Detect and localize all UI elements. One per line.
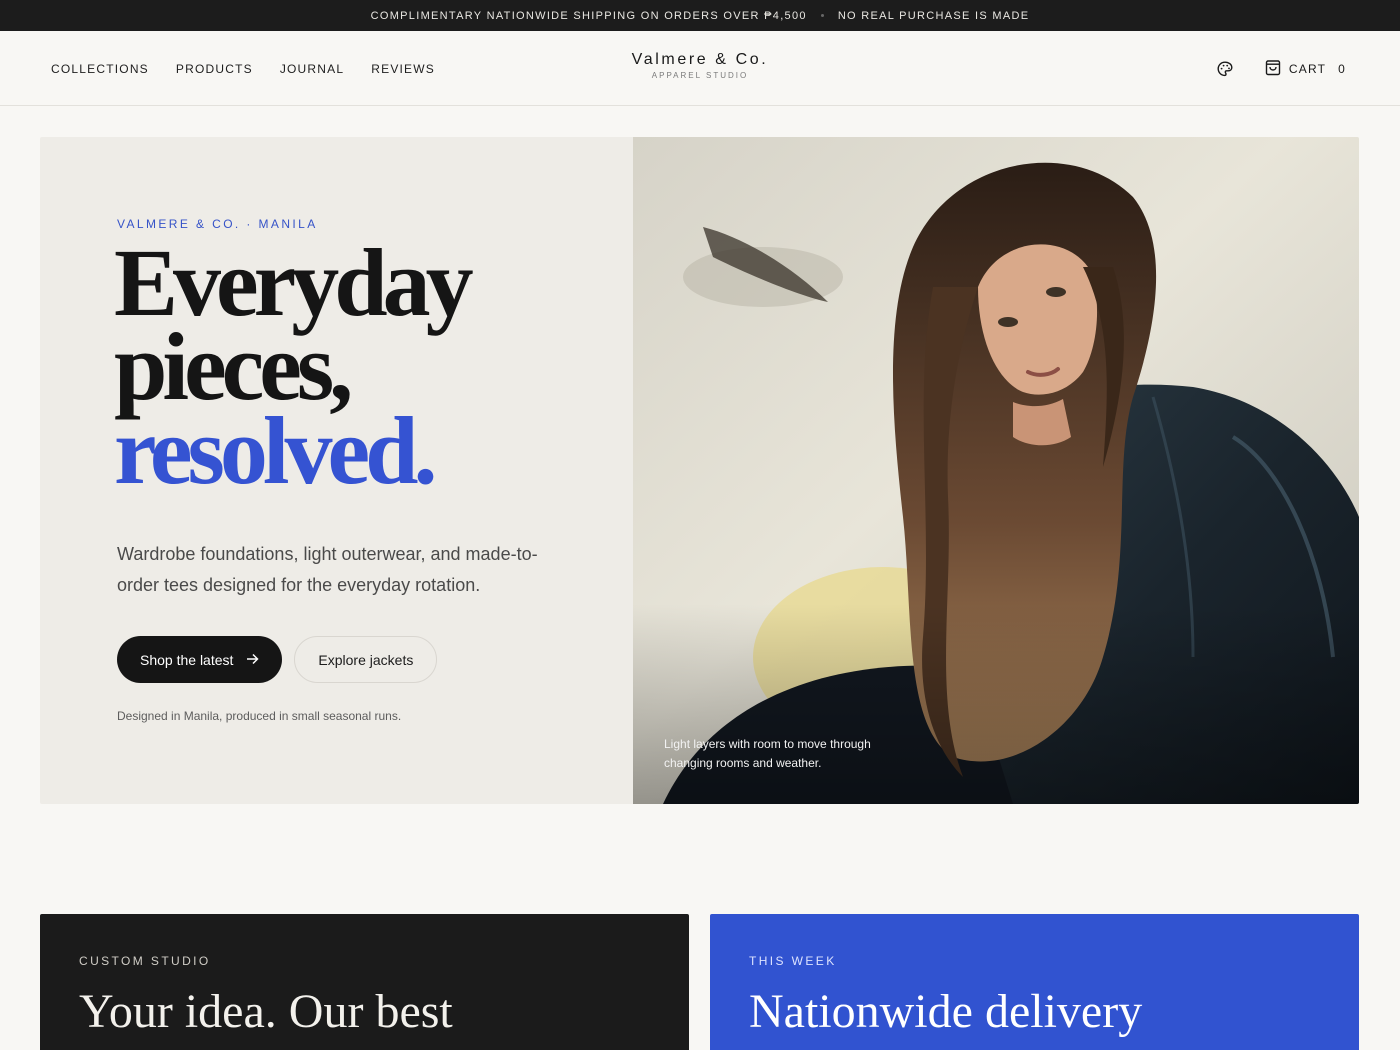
headline-accent: resolved. <box>114 397 438 504</box>
brand-name: Valmere & Co. <box>631 51 769 68</box>
announcement-bar: COMPLIMENTARY NATIONWIDE SHIPPING ON ORD… <box>0 0 1400 31</box>
palette-icon[interactable] <box>1215 59 1235 79</box>
hero-section: VALMERE & CO. · MANILA Everyday pieces, … <box>40 137 1359 804</box>
explore-jackets-button[interactable]: Explore jackets <box>294 636 438 683</box>
shop-latest-label: Shop the latest <box>140 651 234 668</box>
delivery-title: Nationwide delivery <box>749 985 1143 1038</box>
custom-studio-kicker: CUSTOM STUDIO <box>79 954 211 968</box>
shopping-bag-icon <box>1265 59 1281 79</box>
shipping-announcement: COMPLIMENTARY NATIONWIDE SHIPPING ON ORD… <box>370 9 807 22</box>
hero-ctas: Shop the latest Explore jackets <box>117 636 438 683</box>
hero-lede: Wardrobe foundations, light outerwear, a… <box>117 544 538 595</box>
cart-button[interactable]: CART 0 <box>1265 59 1346 79</box>
custom-studio-title: Your idea. Our best <box>79 985 453 1038</box>
hero-copy: VALMERE & CO. · MANILA Everyday pieces, … <box>40 137 633 804</box>
site-header: COLLECTIONS PRODUCTS JOURNAL REVIEWS Val… <box>0 31 1400 106</box>
cart-count: 0 <box>1338 61 1346 76</box>
hero-image: Light layers with room to move through c… <box>633 137 1359 804</box>
hero-photo-illustration <box>633 137 1359 804</box>
hero-headline: Everyday pieces, resolved. <box>114 235 474 504</box>
cart-label: CART <box>1288 61 1327 76</box>
custom-studio-card[interactable]: CUSTOM STUDIO Your idea. Our best <box>40 914 689 1050</box>
demo-notice: NO REAL PURCHASE IS MADE <box>837 9 1030 22</box>
delivery-kicker: THIS WEEK <box>749 954 837 968</box>
announcement-separator <box>820 14 824 17</box>
header-actions: CART 0 <box>1215 31 1346 106</box>
shop-latest-button[interactable]: Shop the latest <box>117 636 283 683</box>
hero-fine-print: Designed in Manila, produced in small se… <box>117 709 402 723</box>
arrow-right-icon <box>246 652 259 668</box>
brand-logo[interactable]: Valmere & Co. APPAREL STUDIO <box>0 51 1400 80</box>
image-caption: Light layers with room to move through c… <box>664 737 871 770</box>
delivery-card[interactable]: THIS WEEK Nationwide delivery <box>710 914 1359 1050</box>
explore-jackets-label: Explore jackets <box>318 651 414 668</box>
brand-tagline: APPAREL STUDIO <box>651 71 749 80</box>
